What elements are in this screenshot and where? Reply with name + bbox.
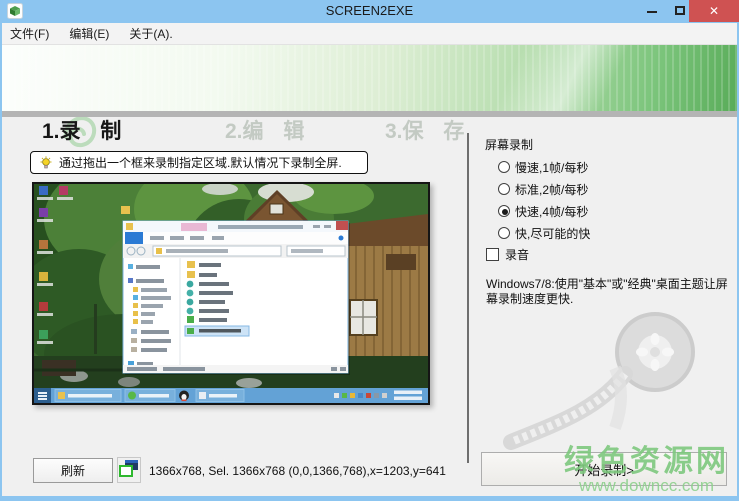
menubar: 文件(F) 编辑(E) 关于(A). <box>0 23 739 45</box>
menu-file[interactable]: 文件(F) <box>0 23 59 45</box>
monitor-select-button[interactable] <box>117 457 141 483</box>
radio-label: 快速,4帧/每秒 <box>515 203 588 220</box>
banner-streak <box>419 45 739 111</box>
step-banner: 1.录 制 2.编 辑 3.保 存 <box>0 45 739 111</box>
window-border-bottom <box>0 496 739 501</box>
tab-save[interactable]: 3.保 存 <box>385 115 464 145</box>
radio-label: 慢速,1帧/每秒 <box>515 159 588 176</box>
radio-fastest[interactable]: 快,尽可能的快 <box>498 225 590 241</box>
minimize-icon <box>647 11 657 13</box>
lightbulb-icon <box>39 156 53 170</box>
radio-icon <box>498 183 510 195</box>
app-window: SCREEN2EXE ✕ 文件(F) 编辑(E) 关于(A). 1.录 制 2.… <box>0 0 739 501</box>
screen-preview[interactable] <box>32 182 430 405</box>
radio-icon <box>498 227 510 239</box>
checkbox-label: 录音 <box>505 246 529 263</box>
film-reel-icon <box>503 310 731 450</box>
radio-label: 快,尽可能的快 <box>515 225 590 242</box>
settings-group-title: 屏幕录制 <box>485 136 533 153</box>
maximize-icon <box>675 6 685 15</box>
record-audio-checkbox[interactable]: 录音 <box>486 246 529 263</box>
tab-edit[interactable]: 2.编 辑 <box>225 115 304 145</box>
windows-theme-note: Windows7/8:使用"基本"或"经典"桌面主题让屏幕录制速度更快. <box>486 277 736 307</box>
minimize-button[interactable] <box>638 0 666 23</box>
radio-label: 标准,2帧/每秒 <box>515 181 588 198</box>
window-title: SCREEN2EXE <box>0 3 739 18</box>
menu-edit[interactable]: 编辑(E) <box>59 23 119 45</box>
radio-icon <box>498 205 510 217</box>
close-button[interactable]: ✕ <box>689 0 739 22</box>
banner-divider <box>0 111 739 117</box>
dual-monitor-icon <box>118 458 140 480</box>
radio-slow[interactable]: 慢速,1帧/每秒 <box>498 159 588 175</box>
radio-icon <box>498 161 510 173</box>
tip-box: 通过拖出一个框来录制指定区域.默认情况下录制全屏. <box>30 151 368 174</box>
tab-record[interactable]: 1.录 制 <box>42 115 121 145</box>
refresh-button[interactable]: 刷新 <box>33 458 113 483</box>
start-recording-button[interactable]: 开始录制> <box>481 452 727 486</box>
radio-fast[interactable]: 快速,4帧/每秒 <box>498 203 588 219</box>
window-border-left <box>0 23 2 501</box>
close-icon: ✕ <box>709 4 719 18</box>
resolution-status: 1366x768, Sel. 1366x768 (0,0,1366,768),x… <box>149 464 446 478</box>
tip-text: 通过拖出一个框来录制指定区域.默认情况下录制全屏. <box>59 154 342 171</box>
checkbox-icon <box>486 248 499 261</box>
menu-about[interactable]: 关于(A). <box>119 23 182 45</box>
radio-standard[interactable]: 标准,2帧/每秒 <box>498 181 588 197</box>
desktop-thumbnail <box>34 184 428 403</box>
titlebar: SCREEN2EXE ✕ <box>0 0 739 23</box>
panel-divider <box>467 133 469 463</box>
